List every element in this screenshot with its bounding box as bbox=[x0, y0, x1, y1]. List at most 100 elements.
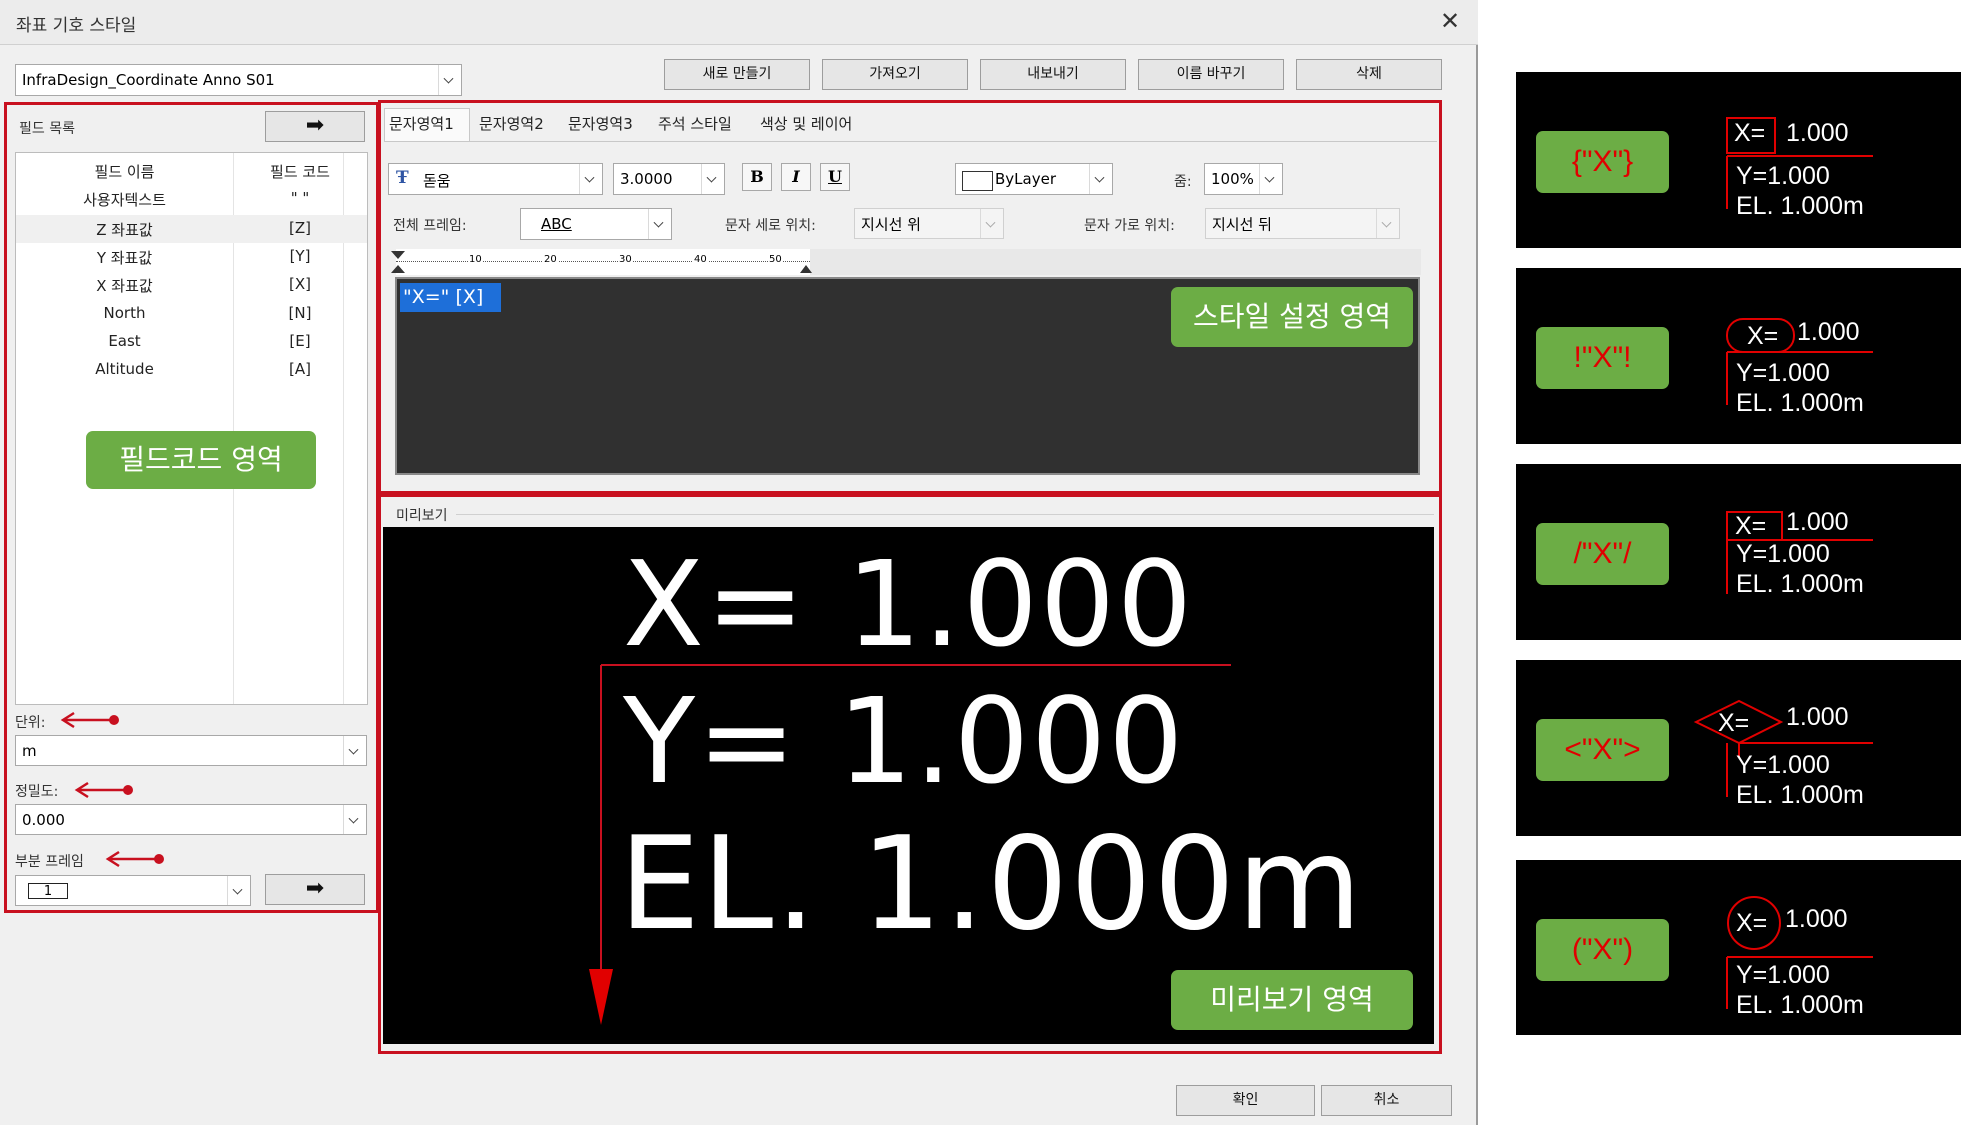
field-name: 사용자텍스트 bbox=[83, 191, 166, 209]
vertical-position-label: 문자 세로 위치: bbox=[725, 218, 816, 234]
ruler-scale bbox=[396, 261, 810, 262]
chevron-down-icon[interactable] bbox=[980, 209, 1003, 238]
italic-button[interactable]: I bbox=[781, 163, 811, 191]
ruler-tick-label: 40 bbox=[693, 254, 708, 265]
close-icon[interactable]: ✕ bbox=[1440, 6, 1460, 36]
preview-el-line: EL. 1.000m bbox=[619, 810, 1364, 959]
zoom-label: 줌: bbox=[1174, 174, 1192, 190]
precision-dropdown[interactable]: 0.000 bbox=[15, 804, 367, 835]
color-dropdown[interactable]: ByLayer bbox=[955, 163, 1113, 195]
chevron-down-icon[interactable] bbox=[1259, 164, 1282, 194]
example-x-value: 1.000 bbox=[1785, 905, 1848, 933]
field-code: [E] bbox=[289, 332, 311, 350]
chevron-down-icon[interactable] bbox=[701, 164, 724, 194]
delete-button[interactable]: 삭제 bbox=[1296, 59, 1442, 90]
example-el-line: EL. 1.000m bbox=[1736, 781, 1864, 809]
frame-example-diamond: <"X"> X= 1.000 Y=1.000 EL. 1.000m bbox=[1516, 660, 1961, 836]
chevron-down-icon[interactable] bbox=[648, 209, 671, 239]
table-row[interactable]: North [N] bbox=[16, 300, 367, 328]
chevron-down-icon[interactable] bbox=[343, 805, 366, 834]
example-x-label: X= bbox=[1718, 709, 1750, 737]
table-row[interactable]: X 좌표값 [X] bbox=[16, 271, 367, 299]
example-y-line: Y=1.000 bbox=[1736, 162, 1830, 190]
field-code: [A] bbox=[289, 360, 311, 378]
indent-marker-icon[interactable] bbox=[391, 251, 405, 259]
rename-button[interactable]: 이름 바꾸기 bbox=[1138, 59, 1284, 90]
ruler: 10 20 30 40 50 bbox=[391, 249, 1421, 275]
tab-text-area-1[interactable]: 문자영역1 bbox=[389, 113, 454, 134]
right-margin-marker-icon[interactable] bbox=[800, 265, 812, 273]
field-code: [N] bbox=[288, 304, 312, 322]
color-value: ByLayer bbox=[995, 170, 1056, 188]
subframe-value: 1 bbox=[28, 883, 68, 899]
horizontal-position-dropdown[interactable]: 지시선 뒤 bbox=[1205, 208, 1400, 239]
text-height-dropdown[interactable]: 3.0000 bbox=[613, 163, 725, 195]
ruler-tick-label: 30 bbox=[618, 254, 633, 265]
chevron-down-icon[interactable] bbox=[343, 736, 366, 765]
table-row[interactable]: Altitude [A] bbox=[16, 356, 367, 384]
preview-area-label: 미리보기 영역 bbox=[1171, 970, 1413, 1030]
tab-text-area-3[interactable]: 문자영역3 bbox=[568, 113, 633, 134]
example-y-line: Y=1.000 bbox=[1736, 540, 1830, 568]
chevron-down-icon[interactable] bbox=[1376, 209, 1399, 238]
subframe-dropdown[interactable]: 1 bbox=[15, 875, 251, 906]
horizontal-position-label: 문자 가로 위치: bbox=[1084, 218, 1175, 234]
chevron-down-icon[interactable] bbox=[1089, 164, 1112, 194]
unit-label: 단위: bbox=[15, 715, 46, 731]
import-button[interactable]: 가져오기 bbox=[822, 59, 968, 90]
field-code: [Y] bbox=[289, 247, 311, 265]
style-name-dropdown[interactable]: InfraDesign_Coordinate Anno S01 bbox=[15, 64, 462, 96]
chevron-down-icon[interactable] bbox=[227, 876, 250, 905]
table-row[interactable]: 사용자텍스트 " " bbox=[16, 185, 367, 213]
table-row[interactable]: Y 좌표값 [Y] bbox=[16, 243, 367, 271]
arrow-right-icon: ➡ bbox=[305, 113, 325, 138]
frame-example-slash-rectangle: /"X"/ X= 1.000 Y=1.000 EL. 1.000m bbox=[1516, 464, 1961, 640]
frame-dropdown[interactable]: ABC bbox=[520, 208, 672, 240]
editor-selected-text[interactable]: "X=" [X] bbox=[400, 283, 502, 312]
field-code: [X] bbox=[289, 275, 311, 293]
style-name-value: InfraDesign_Coordinate Anno S01 bbox=[22, 71, 275, 89]
subframe-label: 부분 프레임 bbox=[15, 854, 84, 870]
arrow-right-icon: ➡ bbox=[305, 876, 325, 901]
example-x-value: 1.000 bbox=[1786, 508, 1849, 536]
ruler-active-range bbox=[396, 249, 810, 275]
underline-button[interactable]: U bbox=[820, 163, 850, 191]
example-y-line: Y=1.000 bbox=[1736, 751, 1830, 779]
arrow-left-icon bbox=[60, 711, 119, 729]
insert-field-button[interactable]: ➡ bbox=[265, 111, 365, 142]
example-x-label: X= bbox=[1747, 322, 1779, 350]
table-row[interactable]: East [E] bbox=[16, 328, 367, 356]
new-button[interactable]: 새로 만들기 bbox=[664, 59, 810, 90]
chevron-down-icon[interactable] bbox=[438, 65, 461, 95]
cancel-button[interactable]: 취소 bbox=[1321, 1085, 1452, 1116]
ok-button[interactable]: 확인 bbox=[1176, 1085, 1315, 1116]
arrow-left-icon bbox=[105, 850, 164, 868]
bold-button[interactable]: B bbox=[742, 163, 772, 191]
table-row[interactable]: Z 좌표값 [Z] bbox=[16, 215, 367, 243]
font-value: 돋움 bbox=[423, 172, 451, 190]
zoom-dropdown[interactable]: 100% bbox=[1204, 163, 1283, 195]
tab-text-area-2[interactable]: 문자영역2 bbox=[479, 113, 544, 134]
tab-color-layer[interactable]: 색상 및 레이어 bbox=[760, 113, 852, 134]
dialog-title: 좌표 기호 스타일 bbox=[16, 16, 137, 36]
indent-marker-icon[interactable] bbox=[391, 265, 405, 273]
font-dropdown[interactable]: Ŧ 돋움 bbox=[388, 163, 603, 195]
tab-annotation-style[interactable]: 주석 스타일 bbox=[658, 113, 732, 134]
insert-subframe-button[interactable]: ➡ bbox=[265, 874, 365, 905]
frame-value: ABC bbox=[541, 215, 572, 233]
frame-shape bbox=[1726, 117, 1873, 209]
field-name: Y 좌표값 bbox=[96, 249, 153, 267]
preview-y-line: Y= 1.000 bbox=[623, 672, 1186, 810]
precision-label: 정밀도: bbox=[15, 784, 59, 800]
example-el-line: EL. 1.000m bbox=[1736, 991, 1864, 1019]
chevron-down-icon[interactable] bbox=[579, 164, 602, 194]
example-y-line: Y=1.000 bbox=[1736, 961, 1830, 989]
export-button[interactable]: 내보내기 bbox=[980, 59, 1126, 90]
ruler-tick-label: 20 bbox=[543, 254, 558, 265]
example-y-line: Y=1.000 bbox=[1736, 359, 1830, 387]
unit-dropdown[interactable]: m bbox=[15, 735, 367, 766]
frame-label: 전체 프레임: bbox=[393, 218, 467, 234]
field-name: Altitude bbox=[95, 360, 154, 378]
vertical-position-dropdown[interactable]: 지시선 위 bbox=[854, 208, 1004, 239]
field-table: 필드 이름 필드 코드 사용자텍스트 " " Z 좌표값 [Z] Y 좌표값 [… bbox=[15, 152, 368, 705]
